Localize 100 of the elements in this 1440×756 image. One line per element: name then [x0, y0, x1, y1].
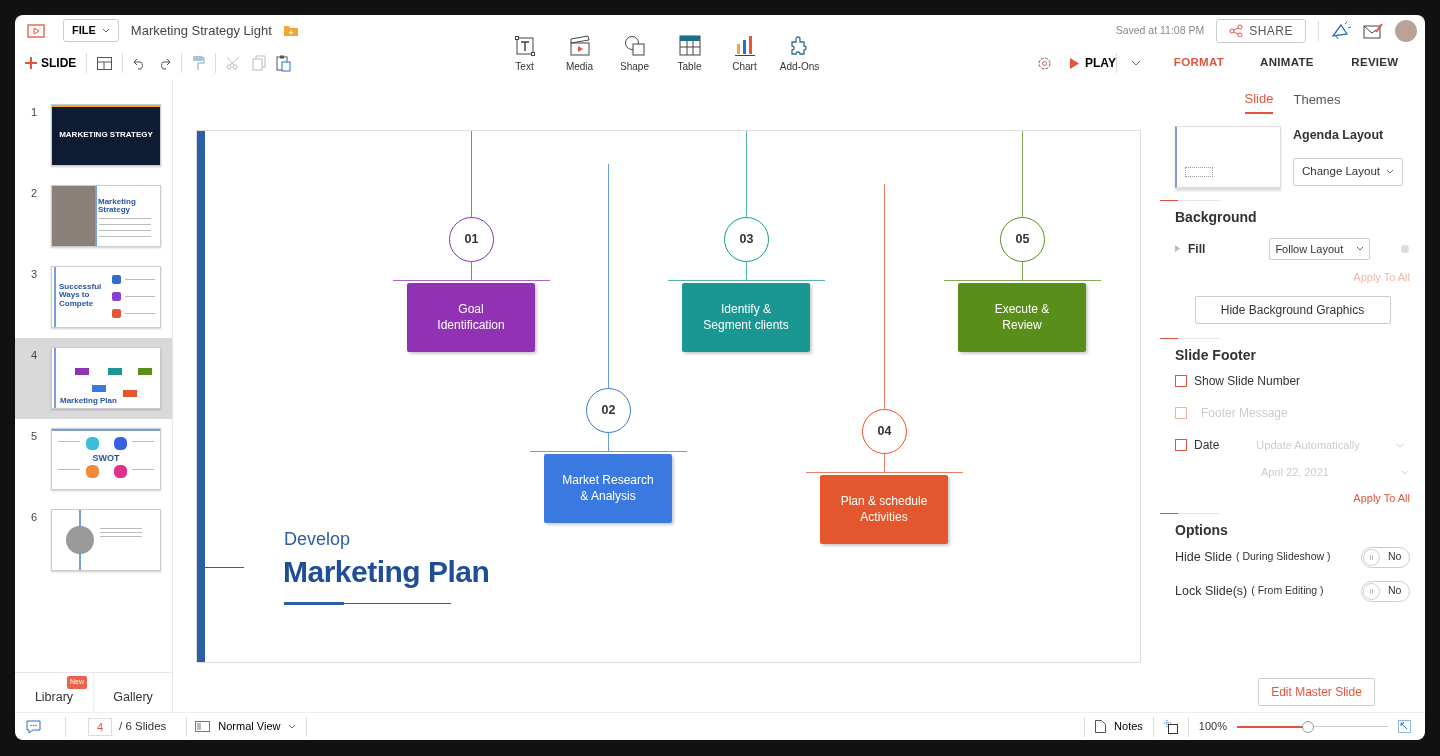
clapperboard-icon	[568, 35, 591, 56]
insert-tool-button[interactable]: Add-Ons	[773, 35, 826, 74]
text-placeholder-line	[125, 279, 155, 280]
slide-list-item[interactable]: 2 Marketing Strategy	[15, 176, 172, 257]
text-placeholder-line	[99, 224, 151, 225]
diagram-box	[92, 385, 106, 392]
caret-icon	[288, 724, 297, 729]
option-label: Hide Slide	[1175, 548, 1232, 566]
slide-count: / 6 Slides	[119, 718, 167, 734]
slide-number: 2	[31, 186, 37, 201]
slide-thumbnail[interactable]: MARKETING STRATEGY	[51, 104, 161, 166]
slide-list-item[interactable]: 1 MARKETING STRATEGY	[15, 95, 172, 176]
slide-list-item[interactable]: 3 Successful Ways to Compete	[15, 257, 172, 338]
page-number-field[interactable]: 4	[88, 717, 112, 736]
slide-number: 4	[31, 348, 37, 363]
slide-list-item[interactable]: 4 Marketing Plan	[15, 338, 172, 419]
step-number: 02	[586, 388, 631, 433]
insert-tool-button[interactable]: Table	[663, 35, 716, 74]
insert-tool-button[interactable]: Text	[498, 35, 551, 74]
section-heading: Background	[1175, 207, 1258, 227]
text-placeholder-line	[100, 536, 142, 537]
checkbox[interactable]	[1175, 375, 1187, 387]
paste-icon[interactable]	[276, 54, 292, 72]
panel-tab[interactable]: Gallery	[94, 673, 172, 712]
insert-tool-button[interactable]: Chart	[718, 35, 771, 74]
slide-number: 6	[31, 510, 37, 525]
save-status: Saved at 11:08 PM	[1115, 22, 1205, 38]
step-box: Market Research & Analysis	[544, 454, 672, 523]
document-icon	[1095, 720, 1107, 733]
step-box: Execute & Review	[958, 283, 1086, 352]
slide-thumbnail[interactable]: Marketing Strategy	[51, 185, 161, 247]
step-box: Goal Identification	[407, 283, 535, 352]
caret-icon	[101, 28, 110, 33]
play-button[interactable]: PLAY	[1070, 54, 1116, 72]
view-mode-dropdown[interactable]: Normal View	[195, 718, 297, 735]
edit-master-slide-button[interactable]: Edit Master Slide	[1258, 678, 1375, 706]
slide-thumbnail[interactable]: Successful Ways to Compete	[51, 266, 161, 328]
toggle-knob	[1363, 548, 1380, 566]
toggle-knob	[1363, 582, 1380, 600]
grid-snap-icon[interactable]	[1163, 719, 1178, 734]
slider-thumb[interactable]	[1301, 720, 1314, 733]
file-menu-button[interactable]: FILE	[63, 19, 119, 42]
slide-thumbnail[interactable]: Marketing Plan	[51, 347, 161, 409]
thumbnail-title: SWOT	[91, 454, 121, 464]
thumbnail-title: Marketing Plan	[60, 397, 117, 406]
ribbon-tab[interactable]: ANIMATE	[1242, 54, 1331, 72]
caret-icon	[1396, 442, 1405, 448]
panel-tab[interactable]: Slide	[1244, 89, 1274, 114]
checkbox-label: Date	[1194, 437, 1220, 454]
apply-to-all-link[interactable]: Apply To All	[1353, 491, 1410, 504]
slide-list-item[interactable]: 5 SWOT	[15, 419, 172, 500]
slide-list-item[interactable]: 6	[15, 500, 172, 581]
text-placeholder-line	[100, 528, 142, 529]
insert-tool-button[interactable]: Shape	[608, 35, 661, 74]
diagram-box	[138, 368, 152, 375]
document-title: Marketing Strategy Light	[130, 21, 272, 40]
slide-thumbnail[interactable]	[51, 509, 161, 571]
slide-thumbnail[interactable]: SWOT	[51, 428, 161, 490]
toggle-switch[interactable]: No	[1361, 546, 1410, 568]
avatar[interactable]	[1395, 19, 1417, 42]
settings-icon[interactable]	[1037, 55, 1052, 71]
layout-icon[interactable]	[97, 56, 113, 70]
quadrant-shape	[114, 437, 127, 450]
text-placeholder-line	[58, 441, 80, 442]
text-box-icon	[513, 35, 536, 56]
thumbnail-title: MARKETING STRATEGY	[58, 131, 154, 140]
ribbon-tab[interactable]: FORMAT	[1154, 54, 1243, 72]
text-placeholder-line	[132, 441, 154, 442]
share-button[interactable]: SHARE	[1216, 18, 1306, 43]
fit-to-screen-icon[interactable]	[1398, 720, 1411, 733]
quadrant-shape	[86, 437, 99, 450]
ribbon-tab[interactable]: REVIEW	[1330, 54, 1419, 72]
new-slide-button[interactable]: SLIDE	[25, 54, 77, 72]
layout-preview[interactable]	[1175, 125, 1281, 188]
checkbox[interactable]	[1175, 439, 1187, 451]
notes-button[interactable]: Notes	[1095, 718, 1143, 735]
fill-dropdown[interactable]: Follow Layout	[1269, 237, 1370, 260]
photo-placeholder	[52, 186, 96, 246]
change-layout-dropdown[interactable]: Change Layout	[1293, 158, 1403, 186]
thumbnail-title: Successful Ways to Compete	[59, 283, 103, 309]
slide-number: 1	[31, 105, 37, 120]
text-placeholder-line	[125, 296, 155, 297]
mail-icon[interactable]	[1363, 22, 1383, 39]
insert-tool-button[interactable]: Media	[553, 35, 606, 74]
expand-arrow-icon[interactable]	[1175, 245, 1180, 253]
play-options-caret-icon[interactable]	[1130, 60, 1141, 66]
chat-icon[interactable]	[25, 718, 43, 735]
hide-background-graphics-button[interactable]: Hide Background Graphics	[1194, 296, 1391, 324]
toggle-switch[interactable]: No	[1361, 580, 1410, 602]
slide-view-icon	[195, 721, 211, 732]
checkbox-label: Show Slide Number	[1194, 373, 1301, 390]
play-icon	[1070, 57, 1079, 69]
caret-icon	[1401, 469, 1409, 475]
megaphone-icon[interactable]	[1331, 21, 1351, 40]
step-number: 01	[449, 217, 494, 262]
logo-icon	[27, 22, 45, 39]
avatar-placeholder	[66, 526, 94, 554]
text-placeholder-line	[99, 230, 151, 231]
slide-title: Marketing Plan	[283, 554, 490, 590]
panel-tab[interactable]: Themes	[1293, 89, 1341, 114]
